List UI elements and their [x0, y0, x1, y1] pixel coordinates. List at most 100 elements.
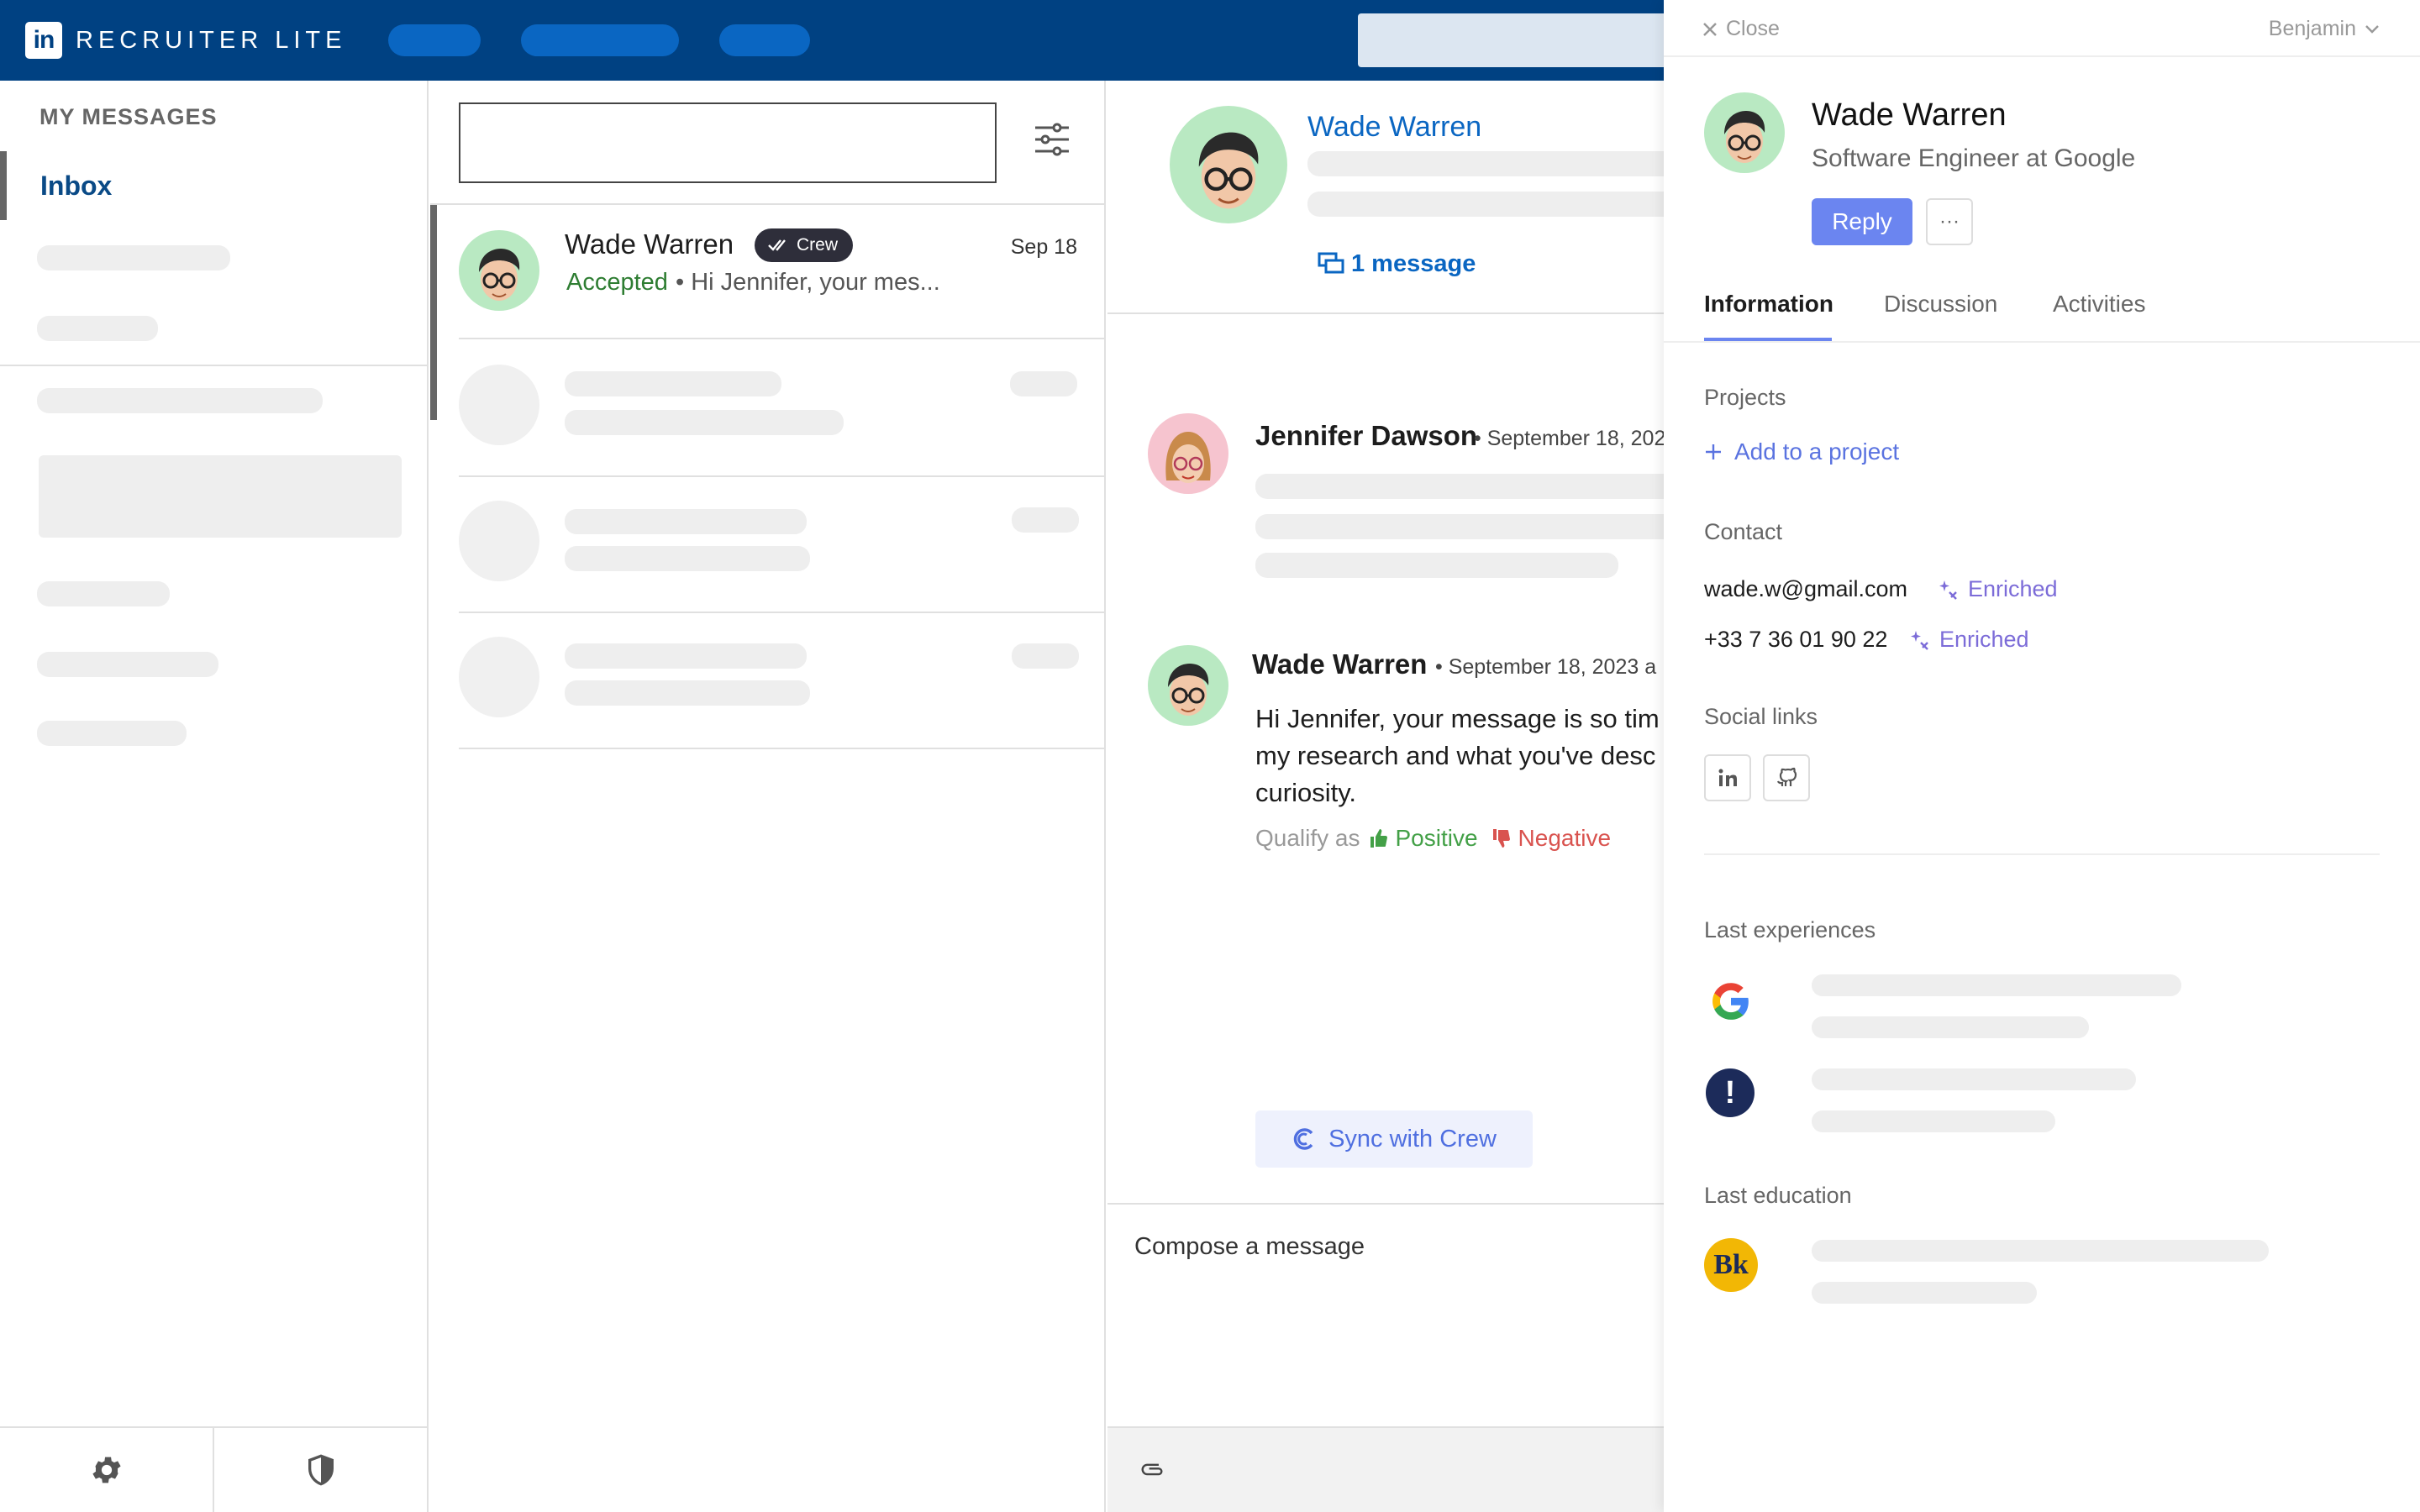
sparkle-icon	[1939, 580, 1957, 600]
skeleton-line	[1307, 151, 1664, 176]
global-search-input[interactable]	[1358, 13, 1677, 67]
school-logo-icon: Bk	[1704, 1238, 1758, 1292]
sidebar-item-inbox[interactable]: Inbox	[0, 151, 427, 220]
skeleton-line	[1812, 1068, 2136, 1090]
compose-message-input[interactable]: Compose a message	[1134, 1233, 1365, 1261]
tab-information[interactable]: Information	[1704, 291, 1833, 318]
messages-sidebar: MY MESSAGES Inbox	[0, 81, 429, 1512]
skeleton-line	[1812, 1240, 2269, 1262]
skeleton-line	[1010, 371, 1077, 396]
chat-bubbles-icon	[1318, 252, 1344, 273]
skeleton-line	[565, 680, 810, 706]
qualify-negative-button[interactable]: Negative	[1491, 825, 1611, 852]
github-link-button[interactable]	[1763, 754, 1810, 801]
skeleton-item	[37, 316, 158, 341]
avatar	[1148, 413, 1228, 494]
skeleton-line	[565, 643, 807, 669]
last-education-label: Last education	[1704, 1183, 1852, 1208]
skeleton-item	[37, 581, 170, 606]
skeleton-line	[565, 546, 810, 571]
sliders-icon	[1035, 123, 1069, 156]
thread-contact-name[interactable]: Wade Warren	[1307, 111, 1481, 144]
skeleton-line	[565, 509, 807, 534]
skeleton-line	[1812, 974, 2181, 996]
tab-activities[interactable]: Activities	[2053, 291, 2145, 318]
profile-name: Wade Warren	[1812, 97, 2007, 133]
list-divider	[459, 475, 1106, 477]
close-icon	[1703, 22, 1717, 36]
gear-icon	[92, 1457, 121, 1483]
conversation-list: Wade Warren Crew Sep 18 Accepted • Hi Je…	[430, 81, 1106, 1512]
message-snippet: • Hi Jennifer, your mes...	[676, 269, 940, 296]
sidebar-footer	[0, 1426, 427, 1512]
contact-label: Contact	[1704, 519, 1783, 544]
message-sender: Wade Warren	[1252, 648, 1428, 680]
linkedin-icon	[1718, 769, 1737, 786]
sidebar-divider	[0, 365, 427, 366]
contact-name: Wade Warren	[565, 228, 734, 260]
filter-button[interactable]	[1034, 123, 1071, 160]
nav-placeholder-1[interactable]	[388, 24, 481, 56]
top-navigation-bar: in RECRUITER LITE	[0, 0, 1677, 81]
linkedin-logo-icon[interactable]: in	[25, 22, 62, 59]
selected-indicator	[430, 205, 437, 420]
tab-discussion[interactable]: Discussion	[1884, 291, 1997, 318]
thread-header-avatar	[1170, 106, 1287, 223]
qualify-positive-button[interactable]: Positive	[1369, 825, 1478, 852]
skeleton-line	[1255, 514, 1664, 539]
message-count-link[interactable]: 1 message	[1318, 250, 1476, 278]
sparkle-icon	[1911, 630, 1928, 650]
skeleton-item	[37, 388, 323, 413]
double-check-icon	[768, 239, 786, 251]
user-menu[interactable]: Benjamin	[2269, 17, 2380, 41]
nav-placeholder-2[interactable]	[521, 24, 680, 56]
memoji-woman-icon	[1165, 432, 1211, 483]
settings-button[interactable]	[0, 1428, 214, 1512]
chevron-down-icon	[2365, 24, 2379, 34]
status-badge: Accepted	[566, 269, 668, 296]
skeleton-item	[37, 245, 230, 270]
projects-label: Projects	[1704, 385, 1786, 410]
privacy-button[interactable]	[214, 1428, 427, 1512]
nav-placeholder-3[interactable]	[719, 24, 811, 56]
skeleton-avatar	[459, 501, 539, 581]
last-experiences-label: Last experiences	[1704, 917, 1876, 942]
skeleton-line	[1255, 553, 1618, 578]
skeleton-item	[37, 652, 218, 677]
crew-badge: Crew	[755, 228, 854, 262]
reply-button[interactable]: Reply	[1812, 198, 1912, 245]
enriched-badge: Enriched	[1938, 576, 2058, 602]
brand-title: RECRUITER LITE	[76, 26, 347, 54]
profile-avatar	[1704, 92, 1785, 173]
enriched-badge: Enriched	[1909, 627, 2029, 653]
qualify-label: Qualify as	[1255, 825, 1360, 851]
close-panel-button[interactable]: Close	[1702, 17, 1780, 41]
paperclip-icon[interactable]	[1138, 1457, 1168, 1482]
crew-logo-icon	[1293, 1128, 1313, 1150]
more-options-button[interactable]: ···	[1926, 198, 1973, 245]
conversation-date: Sep 18	[1010, 235, 1077, 259]
thumbs-up-icon	[1370, 829, 1387, 848]
github-icon	[1776, 767, 1797, 786]
add-to-project-button[interactable]: Add to a project	[1704, 438, 1899, 465]
linkedin-link-button[interactable]	[1704, 754, 1751, 801]
company-logo-icon: !	[1706, 1068, 1754, 1117]
panel-divider	[1704, 853, 2380, 855]
message-thread: Wade Warren 1 message Jennifer Dawson • …	[1107, 81, 1664, 1512]
skeleton-line	[1307, 192, 1664, 217]
skeleton-line	[1012, 643, 1079, 669]
skeleton-line	[1812, 1282, 2037, 1304]
conversation-search-input[interactable]	[459, 102, 997, 183]
email-value[interactable]: wade.w@gmail.com	[1704, 576, 1907, 602]
plus-icon	[1706, 444, 1721, 459]
tabs-divider	[1664, 341, 2420, 343]
skeleton-avatar	[459, 365, 539, 445]
list-divider	[459, 748, 1106, 749]
sidebar-heading: MY MESSAGES	[39, 104, 218, 129]
list-divider	[459, 338, 1106, 339]
memoji-man-icon	[1724, 111, 1765, 163]
phone-value[interactable]: +33 7 36 01 90 22	[1704, 627, 1887, 653]
thread-divider	[1107, 312, 1664, 314]
sync-with-crew-button[interactable]: Sync with Crew	[1255, 1110, 1533, 1168]
memoji-man-icon	[1168, 664, 1209, 716]
